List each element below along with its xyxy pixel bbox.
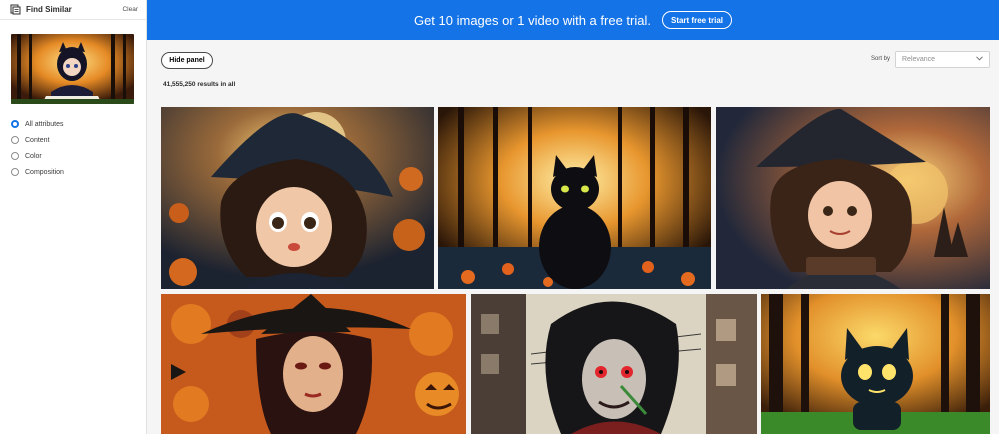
option-color[interactable]: Color	[11, 148, 64, 164]
chevron-down-icon	[976, 56, 983, 63]
sort-dropdown[interactable]: Relevance	[895, 51, 990, 68]
result-image[interactable]	[161, 294, 466, 434]
sort-value: Relevance	[902, 56, 936, 63]
radio-content[interactable]	[11, 136, 19, 144]
start-free-trial-button[interactable]: Start free trial	[661, 11, 733, 29]
result-image[interactable]	[438, 107, 711, 289]
option-label: Color	[25, 152, 42, 160]
radio-all-attributes[interactable]	[11, 120, 19, 128]
reference-image	[11, 34, 134, 104]
results-count: 41,555,250 results in all	[163, 81, 236, 88]
result-image[interactable]	[471, 294, 757, 434]
banner-text: Get 10 images or 1 video with a free tri…	[413, 12, 651, 28]
promo-banner: Get 10 images or 1 video with a free tri…	[147, 0, 999, 40]
result-image[interactable]	[761, 294, 990, 434]
option-label: All attributes	[25, 120, 64, 128]
hide-panel-button[interactable]: Hide panel	[161, 52, 213, 69]
option-content[interactable]: Content	[11, 132, 64, 148]
result-image[interactable]	[161, 107, 434, 289]
clear-button[interactable]: Clear	[122, 6, 138, 13]
option-label: Content	[25, 136, 50, 144]
find-similar-icon	[10, 4, 21, 15]
option-composition[interactable]: Composition	[11, 164, 64, 180]
sidebar-title: Find Similar	[26, 5, 72, 14]
similarity-options: All attributes Content Color Composition	[11, 116, 64, 180]
sort-label: Sort by	[871, 56, 891, 62]
radio-color[interactable]	[11, 152, 19, 160]
filter-sidebar: Find Similar Clear All attributes Conten…	[0, 0, 147, 434]
sidebar-header: Find Similar Clear	[0, 0, 146, 20]
option-label: Composition	[25, 168, 64, 176]
option-all-attributes[interactable]: All attributes	[11, 116, 64, 132]
result-image[interactable]	[716, 107, 990, 289]
radio-composition[interactable]	[11, 168, 19, 176]
